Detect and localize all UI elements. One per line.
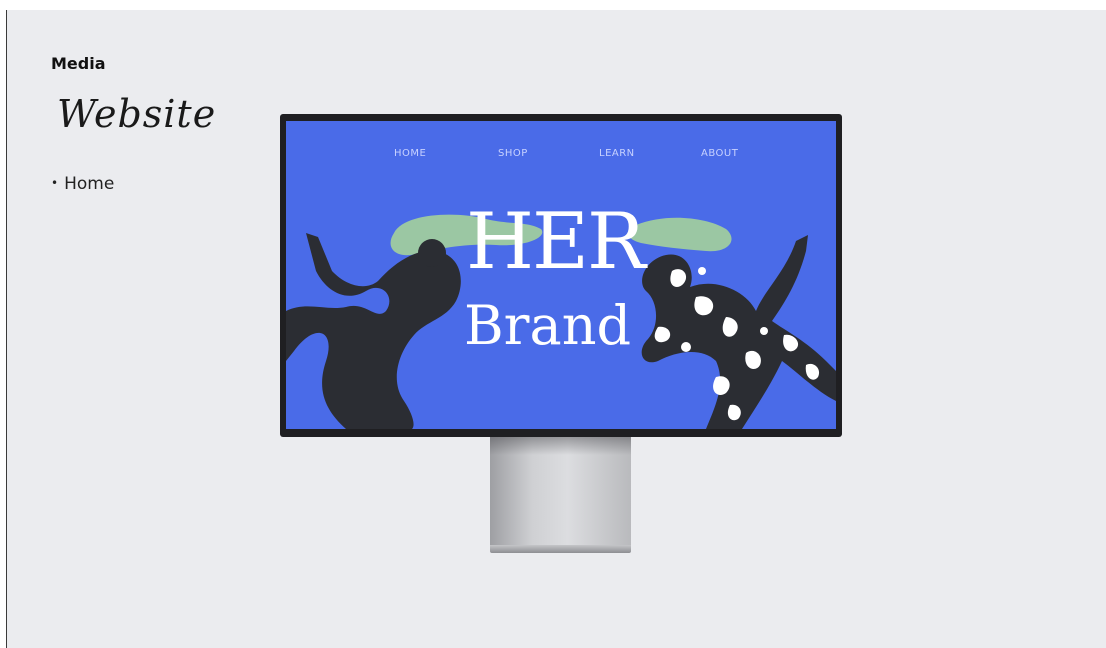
hero-title-line1: HER <box>466 197 646 287</box>
mockup-nav-about[interactable]: ABOUT <box>701 148 738 159</box>
monitor-stand <box>490 437 631 545</box>
section-label: Media <box>51 54 106 73</box>
hero-title-line2: Brand <box>464 294 632 357</box>
slide-canvas: Media Website • Home HOME SHOP LEARN ABO… <box>6 10 1106 648</box>
monitor-screen: HOME SHOP LEARN ABOUT HER Brand <box>286 121 836 429</box>
mockup-nav-shop[interactable]: SHOP <box>498 148 528 159</box>
mockup-nav-learn[interactable]: LEARN <box>599 148 635 159</box>
mockup-nav: HOME SHOP LEARN ABOUT <box>286 148 836 162</box>
figure-left-head <box>418 239 446 267</box>
mockup-nav-home[interactable]: HOME <box>394 148 426 159</box>
list-item-home[interactable]: • Home <box>51 174 114 194</box>
figure-right-shape <box>641 235 836 429</box>
section-title: Website <box>57 92 217 136</box>
monitor-stand-shadow <box>490 437 631 455</box>
list-item-label: Home <box>64 174 115 194</box>
monitor-stand-foot <box>490 545 631 553</box>
monitor-mockup: HOME SHOP LEARN ABOUT HER Brand <box>280 114 842 437</box>
bullet-dot: • <box>51 176 59 190</box>
